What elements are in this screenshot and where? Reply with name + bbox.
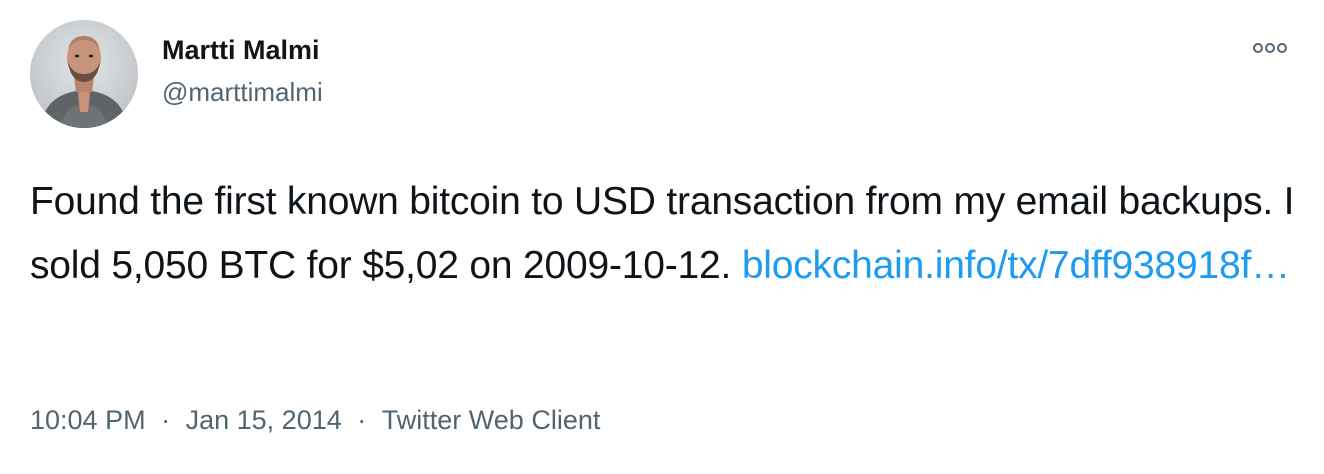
tweet-text: Found the first known bitcoin to USD tra…	[30, 170, 1300, 298]
tweet-time[interactable]: 10:04 PM	[30, 405, 146, 435]
more-options-icon	[1253, 43, 1287, 53]
tweet-date[interactable]: Jan 15, 2014	[186, 405, 342, 435]
tweet-card: Martti Malmi @marttimalmi Found the firs…	[0, 0, 1324, 474]
meta-separator: ·	[161, 404, 171, 435]
author-block: Martti Malmi @marttimalmi	[162, 32, 323, 110]
meta-separator-2: ·	[357, 404, 367, 435]
tweet-link[interactable]: blockchain.info/tx/7dff938918f…	[742, 244, 1290, 287]
person-avatar-icon	[30, 20, 138, 128]
more-options-button[interactable]	[1250, 36, 1290, 60]
tweet-client[interactable]: Twitter Web Client	[382, 405, 601, 435]
tweet-meta: 10:04 PM · Jan 15, 2014 · Twitter Web Cl…	[30, 398, 600, 440]
author-name[interactable]: Martti Malmi	[162, 32, 323, 68]
author-handle[interactable]: @marttimalmi	[162, 74, 323, 110]
avatar[interactable]	[30, 20, 138, 128]
